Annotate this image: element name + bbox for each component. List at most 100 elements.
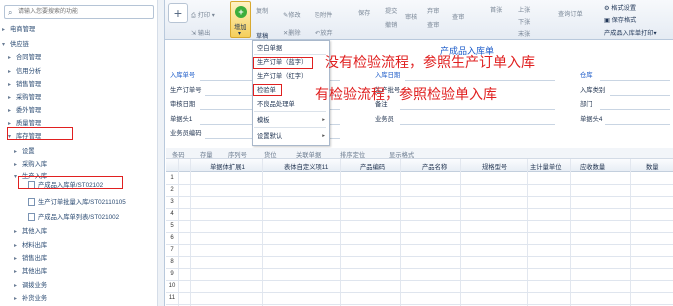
sidebar-item[interactable]: ▸ 合同管理	[8, 52, 41, 64]
annotation-no-inspection: 没有检验流程，参照生产订单入库	[325, 54, 535, 70]
chevron-right-icon[interactable]: ▸	[14, 240, 22, 252]
next-button[interactable]: 下张	[518, 17, 530, 26]
add-button[interactable]: + 增加 ▾	[230, 1, 251, 38]
grid-tool-button[interactable]: 存量	[200, 150, 213, 159]
chevron-right-icon[interactable]: ▸	[14, 293, 22, 305]
search-input[interactable]	[18, 7, 150, 17]
sidebar-item-label: 信用分析	[16, 68, 42, 75]
sidebar-item[interactable]: ▸ 采购入库	[14, 159, 47, 171]
chevron-right-icon[interactable]: ▸	[8, 92, 16, 104]
sidebar-item[interactable]: ▸ 销售出库	[14, 253, 47, 265]
grid-tool-button[interactable]: 显示格式	[389, 150, 414, 159]
sidebar-item-label: 其他入库	[22, 228, 48, 235]
menu-item[interactable]: 检验单	[253, 85, 329, 96]
sidebar-item-label: 生产订单批量入库/ST02110105	[38, 199, 126, 206]
menu-item[interactable]: 模板 ▸	[253, 115, 329, 126]
attach-button[interactable]: ⎘附件	[315, 10, 332, 20]
chevron-right-icon[interactable]: ▸	[14, 146, 22, 158]
chevron-right-icon[interactable]: ▸	[2, 24, 10, 36]
sidebar-item[interactable]: ▾ 供应链	[2, 39, 29, 51]
abandon-button[interactable]: 弃审	[427, 6, 439, 15]
chevron-right-icon[interactable]: ▸	[8, 52, 16, 64]
print-template-select[interactable]: 产成品入库单打印▾	[604, 28, 657, 37]
sidebar-item[interactable]: ▸ 销售管理	[8, 79, 41, 91]
chevron-right-icon[interactable]: ▸	[8, 66, 16, 78]
label-entry-no: 入库单号	[170, 72, 196, 79]
column-header[interactable]: 数量	[646, 162, 659, 171]
sidebar-item[interactable]: ▸ 采购管理	[8, 92, 41, 104]
query-order-button[interactable]: 查询订单	[558, 9, 583, 18]
sidebar-item[interactable]: ▸ 调拨业务	[14, 280, 47, 292]
format-settings-button[interactable]: ⚙ 格式设置	[604, 3, 636, 12]
discard-button[interactable]: ↶放弃	[315, 28, 333, 37]
withdraw-button[interactable]: 撤销	[385, 20, 397, 29]
export-icon: ⇲	[191, 30, 197, 37]
column-header[interactable]: 主计量单位	[530, 162, 561, 171]
search-box[interactable]: ⌕	[4, 5, 154, 19]
grid-tool-button[interactable]: 货位	[264, 150, 277, 159]
chevron-right-icon[interactable]: ▸	[14, 280, 22, 292]
output-button[interactable]: ⇲ 输出	[191, 28, 210, 37]
new-tab-button[interactable]: +	[168, 3, 188, 23]
menu-item[interactable]: 生产订单（蓝字）	[253, 57, 329, 68]
draft-button[interactable]: 草稿	[256, 31, 268, 40]
row-number: 10	[168, 283, 176, 289]
view-button[interactable]: 查审	[452, 12, 464, 21]
sidebar-item[interactable]: ▸ 其他出库	[14, 266, 47, 278]
menu-item[interactable]: 生产订单（红字）	[253, 71, 329, 82]
grid-tool-button[interactable]: 条码	[172, 150, 185, 159]
menu-item-label: 生产订单（蓝字）	[257, 59, 308, 66]
column-header[interactable]: 单据体扩展1	[210, 162, 245, 171]
prev-button[interactable]: 上张	[518, 5, 530, 14]
audit-button[interactable]: 审核	[405, 12, 417, 21]
grid-tool-button[interactable]: 关联单据	[296, 150, 321, 159]
copy-button[interactable]: 复制	[256, 6, 268, 15]
chevron-right-icon[interactable]: ▸	[14, 159, 22, 171]
table-row	[166, 196, 673, 197]
sidebar-item[interactable]: 产成品入库单列表/ST021002	[20, 212, 119, 224]
view-audit-button[interactable]: 查审	[427, 20, 439, 29]
print-button[interactable]: ⎙ 打印 ▾	[191, 10, 215, 20]
table-row	[166, 280, 673, 281]
sidebar-item[interactable]: ▸ 委外管理	[8, 105, 41, 117]
table-row	[166, 244, 673, 245]
menu-item[interactable]: 空白单据	[253, 43, 329, 54]
add-plus-icon: +	[235, 6, 247, 18]
sidebar-item[interactable]: ▸ 补货业务	[14, 293, 47, 305]
label-salesman: 业务员	[375, 116, 394, 123]
modify-button[interactable]: ✎修改	[283, 10, 301, 19]
row-number: 1	[170, 175, 174, 181]
menu-item[interactable]: 不良品处理单	[253, 99, 329, 110]
last-button[interactable]: 末张	[518, 29, 530, 38]
sidebar-item[interactable]: ▸ 信用分析	[8, 66, 41, 78]
sidebar-item[interactable]: ▸ 材料出库	[14, 240, 47, 252]
column-header[interactable]: 规格型号	[482, 162, 507, 171]
sidebar-item[interactable]: ▸ 其他入库	[14, 226, 47, 238]
column-header[interactable]: 表体自定义项11	[284, 162, 328, 171]
chevron-down-icon[interactable]: ▾	[2, 39, 10, 51]
sidebar-item[interactable]: ▸ 设置	[14, 146, 35, 158]
submit-button[interactable]: 提交	[385, 6, 397, 15]
grid-tool-button[interactable]: 序列号	[228, 150, 247, 159]
sidebar-item-label: 合同管理	[16, 54, 42, 61]
grid-tool-button[interactable]: 排序定位	[340, 150, 365, 159]
column-header[interactable]: 应收数量	[580, 162, 605, 171]
chevron-right-icon[interactable]: ▸	[8, 79, 16, 91]
column-header[interactable]: 产品名称	[422, 162, 447, 171]
chevron-right-icon[interactable]: ▸	[14, 266, 22, 278]
sidebar-item[interactable]: ▸ 电商管理	[2, 24, 35, 36]
save-button[interactable]: 保存	[358, 8, 370, 17]
menu-item-label: 生产订单（红字）	[257, 73, 308, 80]
chevron-right-icon[interactable]: ▸	[14, 253, 22, 265]
delete-button[interactable]: ✕删除	[283, 28, 301, 37]
save-format-button[interactable]: ▣ 保存格式	[604, 15, 636, 24]
row-number: 7	[170, 247, 174, 253]
sidebar-scrollbar[interactable]	[157, 0, 164, 306]
column-header[interactable]: 产品编码	[360, 162, 385, 171]
submenu-arrow-icon: ▸	[322, 117, 325, 123]
chevron-right-icon[interactable]: ▸	[8, 105, 16, 117]
sidebar-item[interactable]: 生产订单批量入库/ST02110105	[20, 197, 126, 209]
first-button[interactable]: 首张	[490, 5, 502, 14]
menu-item[interactable]: 设置默认 ▸	[253, 131, 329, 142]
chevron-right-icon[interactable]: ▸	[14, 226, 22, 238]
